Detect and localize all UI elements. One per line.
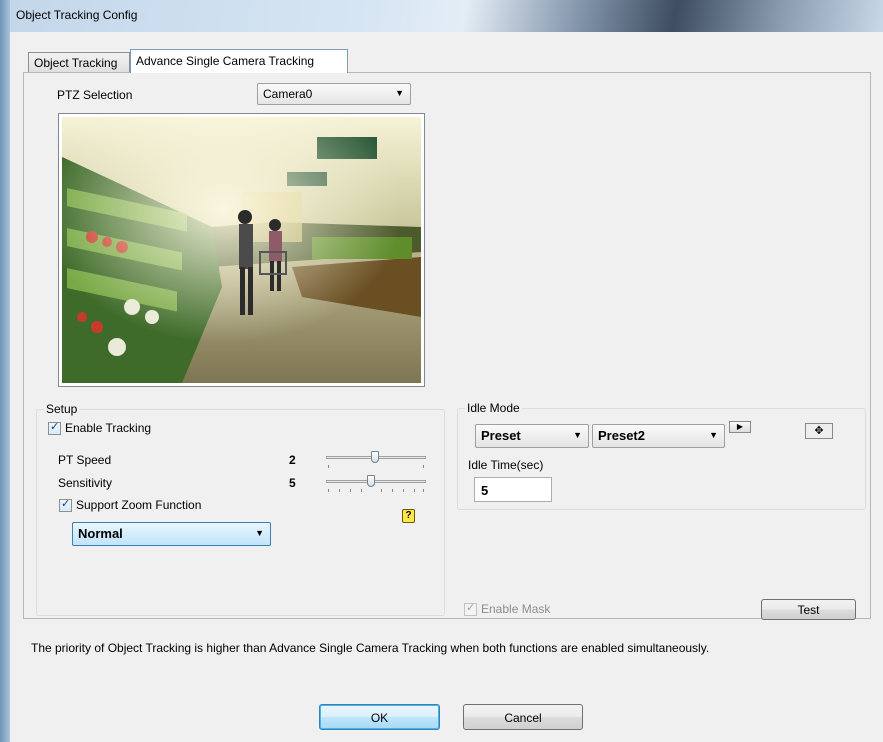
- idle-mode-select[interactable]: Preset ▼: [475, 424, 589, 448]
- enable-tracking-label: Enable Tracking: [65, 421, 152, 435]
- chevron-down-icon: ▼: [395, 88, 404, 98]
- tab-advance-single-camera-tracking[interactable]: Advance Single Camera Tracking: [130, 49, 348, 73]
- chevron-down-icon: ▼: [255, 528, 264, 538]
- ptz-control-icon[interactable]: ✥: [805, 423, 833, 439]
- slider-track: [326, 480, 426, 483]
- cancel-button[interactable]: Cancel: [463, 704, 583, 730]
- priority-note: The priority of Object Tracking is highe…: [31, 641, 710, 655]
- pt-speed-value: 2: [289, 453, 296, 467]
- idle-time-value: 5: [481, 483, 489, 498]
- zoom-mode-select[interactable]: Normal ▼: [72, 522, 271, 546]
- camera-preview: [58, 113, 425, 387]
- tab-label: Advance Single Camera Tracking: [136, 54, 315, 68]
- chevron-down-icon: ▼: [573, 430, 582, 440]
- enable-mask-checkbox[interactable]: [464, 601, 477, 616]
- pt-speed-label: PT Speed: [58, 453, 112, 467]
- tab-label: Object Tracking: [34, 56, 118, 70]
- ptz-camera-select[interactable]: Camera0 ▼: [257, 83, 411, 105]
- pt-speed-slider[interactable]: [326, 450, 426, 470]
- sensitivity-label: Sensitivity: [58, 476, 113, 490]
- setup-group: [36, 409, 445, 616]
- ptz-camera-value: Camera0: [263, 87, 313, 101]
- slider-thumb[interactable]: [371, 451, 379, 463]
- help-icon[interactable]: ?: [402, 509, 415, 523]
- idle-preset-select[interactable]: Preset2 ▼: [592, 424, 725, 448]
- play-icon[interactable]: ▶: [729, 421, 751, 433]
- ok-button[interactable]: OK: [319, 704, 440, 730]
- sensitivity-slider[interactable]: [326, 474, 426, 494]
- camera-frame-svg: [62, 117, 421, 383]
- idle-mode-value: Preset: [481, 428, 521, 443]
- title-bar[interactable]: Object Tracking Config: [10, 0, 883, 32]
- tab-object-tracking[interactable]: Object Tracking: [28, 52, 130, 72]
- window-title: Object Tracking Config: [16, 8, 138, 22]
- enable-mask-label: Enable Mask: [481, 602, 551, 616]
- chevron-down-icon: ▼: [709, 430, 718, 440]
- support-zoom-label: Support Zoom Function: [76, 498, 202, 512]
- zoom-mode-value: Normal: [78, 526, 123, 541]
- window-left-border: [0, 0, 10, 742]
- idle-mode-legend: Idle Mode: [465, 401, 522, 415]
- sensitivity-value: 5: [289, 476, 296, 490]
- idle-time-input[interactable]: 5: [474, 477, 552, 502]
- supermarket-scene-image: [62, 117, 421, 383]
- enable-tracking-checkbox[interactable]: [48, 420, 61, 435]
- slider-thumb[interactable]: [367, 475, 375, 487]
- idle-time-label: Idle Time(sec): [468, 458, 544, 472]
- setup-legend: Setup: [44, 402, 80, 416]
- ptz-selection-label: PTZ Selection: [57, 88, 133, 102]
- support-zoom-checkbox[interactable]: [59, 497, 72, 512]
- test-button[interactable]: Test: [761, 599, 856, 620]
- idle-preset-value: Preset2: [598, 428, 645, 443]
